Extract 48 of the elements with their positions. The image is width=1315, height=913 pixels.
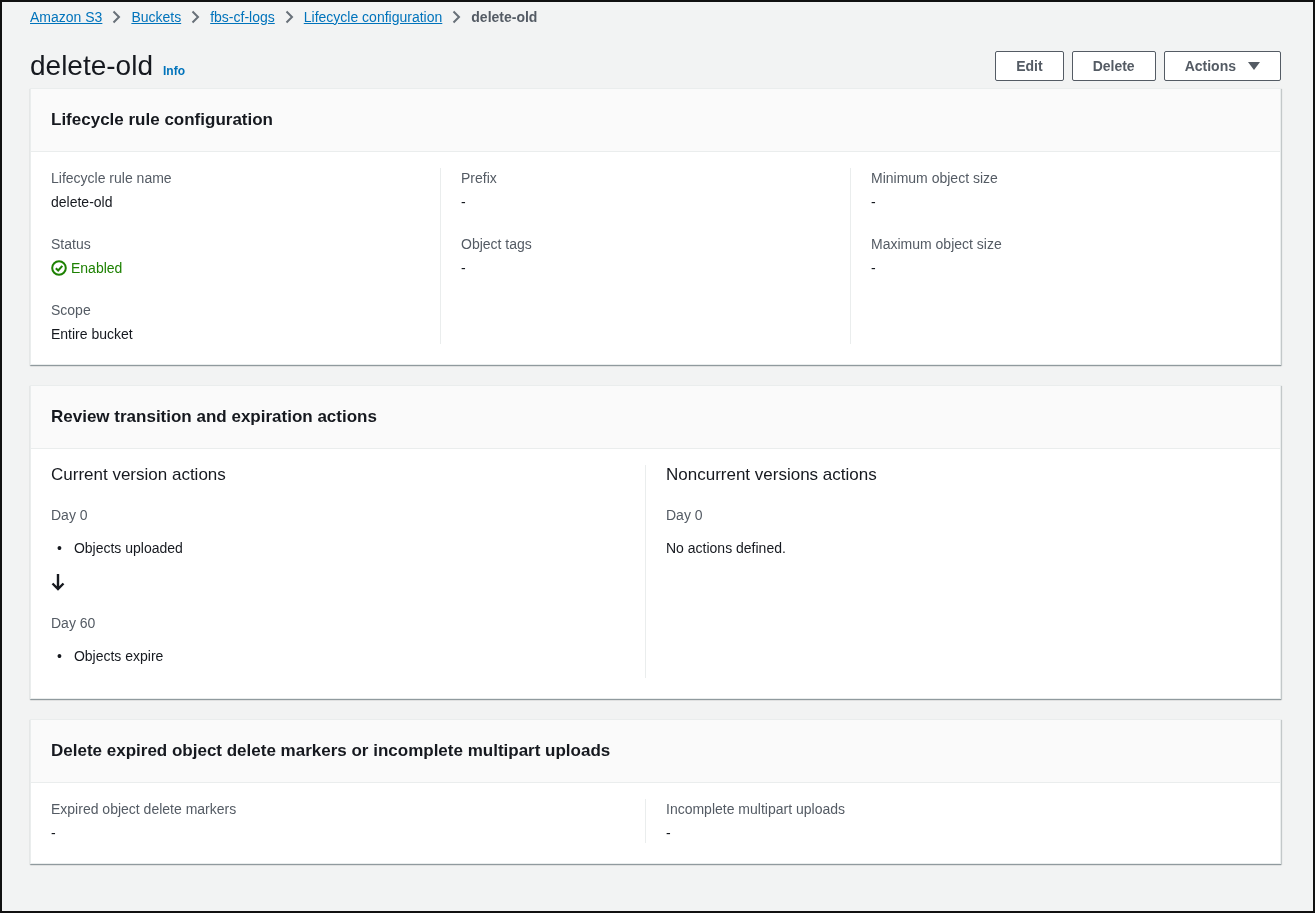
field-label: Expired object delete markers — [51, 800, 238, 820]
chevron-right-icon — [191, 10, 201, 24]
chevron-right-icon — [112, 10, 122, 24]
column-heading: Current version actions — [51, 465, 227, 486]
status-value: Enabled — [71, 259, 123, 278]
list-bullet: • — [57, 539, 62, 559]
field-label: Lifecycle rule name — [51, 169, 173, 188]
day-label: Day 0 — [51, 506, 89, 526]
chevron-right-icon — [452, 10, 462, 24]
field-value: - — [51, 824, 57, 844]
field-value: - — [461, 259, 467, 278]
breadcrumb-link[interactable]: fbs-cf-logs — [210, 6, 275, 28]
field-value: - — [871, 193, 877, 212]
field-value: - — [461, 193, 467, 212]
field-label: Minimum object size — [871, 169, 999, 188]
chevron-right-icon — [284, 10, 294, 24]
section-title: Review transition and expiration actions — [51, 406, 377, 428]
status-check-icon — [51, 260, 67, 276]
breadcrumb-link[interactable]: Lifecycle configuration — [303, 6, 443, 28]
field-label: Incomplete multipart uploads — [666, 800, 846, 820]
field-label: Prefix — [461, 169, 498, 188]
field-value: - — [666, 824, 672, 844]
list-bullet: • — [57, 647, 62, 667]
field-value: Entire bucket — [51, 325, 134, 344]
action-item: Objects uploaded — [73, 539, 183, 559]
field-label: Status — [51, 235, 92, 254]
field-label: Maximum object size — [871, 235, 1003, 254]
empty-note: No actions defined. — [666, 539, 787, 559]
breadcrumb-current: delete-old — [471, 7, 538, 27]
section-title: Lifecycle rule configuration — [51, 109, 273, 131]
page-title: delete-old — [30, 52, 153, 80]
caret-down-icon — [1248, 61, 1260, 71]
breadcrumb-link[interactable]: Amazon S3 — [30, 6, 103, 28]
section-title: Delete expired object delete markers or incomplete multipart uploads — [51, 741, 611, 762]
field-value: delete-old — [51, 193, 114, 212]
day-label: Day 0 — [666, 506, 704, 526]
action-item: Objects expire — [73, 647, 164, 667]
breadcrumb-link[interactable]: Buckets — [131, 6, 182, 28]
column-heading: Noncurrent versions actions — [666, 465, 878, 486]
field-value: - — [871, 259, 877, 278]
info-link[interactable]: Info — [163, 62, 185, 80]
day-label: Day 60 — [51, 614, 97, 634]
action-button[interactable]: Edit — [995, 51, 1064, 81]
action-button[interactable]: Delete — [1071, 51, 1156, 81]
field-label: Object tags — [461, 235, 533, 254]
actions-dropdown[interactable]: Actions — [1163, 51, 1281, 81]
field-label: Scope — [51, 301, 92, 320]
arrow-down-icon — [51, 572, 65, 591]
